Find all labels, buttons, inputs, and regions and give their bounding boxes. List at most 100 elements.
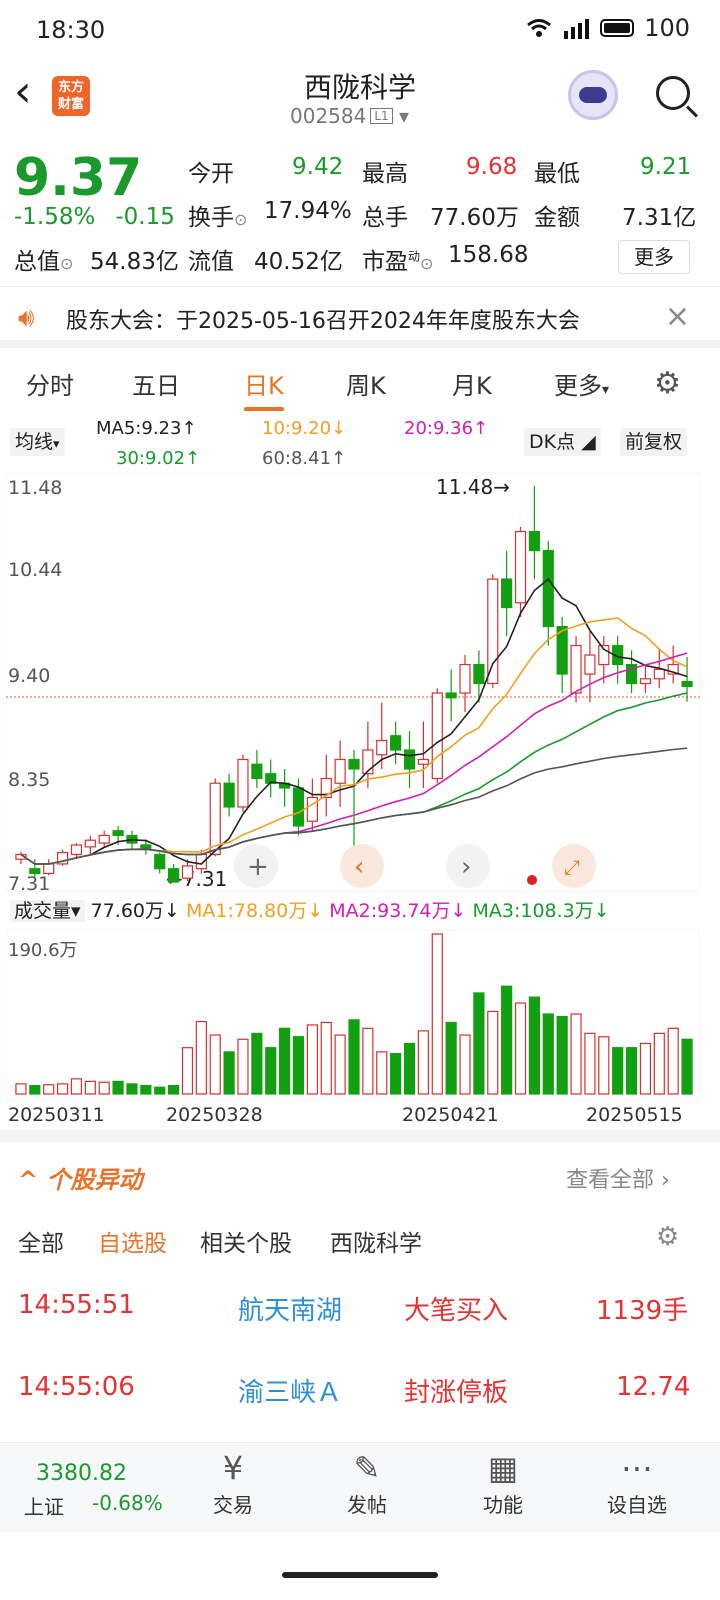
gear-icon[interactable]: ⚙ — [656, 1222, 679, 1252]
movement-tab-watchlist[interactable]: 自选股 — [98, 1224, 167, 1258]
expand-icon: ⤢ — [564, 855, 580, 879]
movement-title-text: 个股异动 — [46, 1166, 143, 1194]
nav-add-watchlist[interactable]: ⋯ 设自选 — [602, 1449, 672, 1518]
candle-body — [237, 758, 249, 808]
pe-label-text: 市盈 — [362, 249, 408, 275]
candle-body — [514, 530, 527, 604]
candle-body — [306, 796, 318, 822]
volume-bar — [376, 1051, 388, 1095]
status-bar: 18:30 100 — [0, 0, 720, 60]
high-annotation: 11.48→ — [436, 475, 510, 499]
notice-bar[interactable]: 🔊︎ 股东大会：于2025-05-16召开2024年年度股东大会 × — [0, 286, 720, 348]
volume-bar — [43, 1084, 55, 1095]
notice-text: 股东大会：于2025-05-16召开2024年年度股东大会 — [66, 309, 580, 334]
volume-bar — [362, 1027, 374, 1095]
volume-bar — [459, 1034, 471, 1095]
low-label: 最低 — [534, 161, 580, 187]
volume-bar — [195, 1020, 207, 1095]
volume-bar — [237, 1038, 249, 1095]
candlestick-chart[interactable]: 11.48 10.44 9.40 8.35 7.31 11.48→ ←7.31 … — [6, 472, 700, 892]
date-label: 20250328 — [166, 1104, 263, 1126]
ma-selector[interactable]: 均线▾ — [10, 428, 65, 456]
ma5-value: MA5:9.23↑ — [96, 418, 197, 439]
tab-more[interactable]: 更多▾ — [554, 366, 609, 401]
chevron-left-icon: ‹ — [354, 852, 364, 882]
movement-time: 14:55:51 — [18, 1290, 135, 1320]
price-axis-label: 7.31 — [8, 873, 50, 892]
volume-bar — [15, 1083, 27, 1095]
candle-body — [542, 549, 554, 628]
movement-stock[interactable]: 渝三峡Ａ — [238, 1372, 342, 1409]
movement-tab-all[interactable]: 全部 — [18, 1224, 64, 1258]
volume-bar — [56, 1083, 69, 1095]
candle-body — [639, 678, 652, 685]
price-axis-label: 11.48 — [8, 477, 62, 499]
info-icon[interactable]: ⊙ — [420, 254, 433, 273]
change-pct: -1.58% — [14, 204, 96, 230]
info-icon[interactable]: ⊙ — [234, 210, 247, 229]
nav-functions[interactable]: ▦ 功能 — [468, 1449, 538, 1518]
volume-bar — [667, 1027, 679, 1095]
volume-bar — [417, 1030, 429, 1095]
candle-body — [43, 863, 55, 875]
battery-icon — [600, 19, 635, 37]
more-button[interactable]: 更多 — [618, 240, 690, 274]
movement-tab-related[interactable]: 相关个股 — [200, 1224, 292, 1258]
adjust-button[interactable]: 前复权 — [620, 428, 688, 456]
tab-monthly-k[interactable]: 月K — [452, 366, 492, 401]
volume-selector[interactable]: 成交量▾ — [10, 900, 85, 922]
tab-intraday[interactable]: 分时 — [26, 366, 74, 401]
dk-point-button[interactable]: DK点 ◢ — [524, 428, 601, 456]
close-icon[interactable]: × — [665, 299, 690, 334]
volume-max-label: 190.6万 — [8, 940, 78, 961]
level-badge: L1 — [370, 108, 393, 124]
nav-post[interactable]: ✎ 发帖 — [332, 1449, 402, 1518]
nav-trade[interactable]: ¥ 交易 — [198, 1449, 268, 1518]
dk-point-label: DK点 — [529, 431, 576, 453]
speaker-icon: 🔊︎ — [18, 303, 35, 333]
search-icon[interactable] — [656, 76, 690, 110]
gear-icon[interactable]: ⚙ — [654, 366, 681, 401]
tab-five-day[interactable]: 五日 — [132, 366, 180, 401]
candle-body — [417, 758, 429, 765]
stock-code[interactable]: 002584 L1 ▾ — [290, 104, 409, 128]
view-all-link[interactable]: 查看全部 › — [566, 1162, 670, 1194]
view-all-text: 查看全部 — [566, 1168, 655, 1193]
chevron-right-icon: › — [661, 1168, 670, 1193]
vol-ma3: MA3:108.3万↓ — [472, 900, 610, 922]
pe-superscript: 动 — [408, 249, 421, 264]
movement-row[interactable]: 14:55:06 渝三峡Ａ 封涨停板 12.74 — [0, 1372, 720, 1432]
current-price: 9.37 — [14, 148, 143, 208]
mktcap-value: 54.83亿 — [90, 249, 179, 275]
home-indicator[interactable] — [282, 1572, 438, 1578]
date-label: 20250311 — [8, 1104, 105, 1126]
volume-bar — [126, 1083, 138, 1095]
mktcap-label-text: 总值 — [14, 249, 60, 275]
turnover-label-text: 换手 — [188, 205, 234, 231]
movement-row[interactable]: 14:55:51 航天南湖 大笔买入 1139手 — [0, 1290, 720, 1350]
grid-icon: ▦ — [487, 1449, 519, 1487]
price-axis-label: 10.44 — [8, 559, 62, 581]
info-icon[interactable]: ⊙ — [60, 254, 73, 273]
price-axis-label: 9.40 — [8, 665, 50, 687]
movement-title[interactable]: ^ 个股异动 — [18, 1160, 142, 1195]
volume-chart[interactable]: 190.6万 — [6, 930, 700, 1100]
mktcap-label: 总值⊙ — [14, 242, 73, 276]
movement-tab-stock[interactable]: 西陇科学 — [330, 1224, 422, 1258]
movement-stock[interactable]: 航天南湖 — [238, 1290, 342, 1327]
header: ‹ 东方 财富 西陇科学 002584 L1 ▾ — [0, 62, 720, 132]
index-change: -0.68% — [92, 1491, 163, 1515]
candle-body — [209, 782, 221, 856]
movement-time: 14:55:06 — [18, 1372, 135, 1402]
assistant-avatar-icon[interactable] — [568, 70, 618, 120]
tab-weekly-k[interactable]: 周K — [346, 366, 386, 401]
candle-body — [376, 739, 388, 756]
float-label: 流值 — [188, 249, 234, 275]
tab-daily-k[interactable]: 日K — [244, 366, 284, 411]
high-label: 最高 — [362, 161, 408, 187]
date-label: 20250421 — [402, 1104, 499, 1126]
yen-icon: ¥ — [222, 1449, 244, 1487]
turnover-value: 17.94% — [264, 198, 352, 224]
candle-body — [431, 692, 443, 780]
volume-bar — [431, 933, 443, 1095]
